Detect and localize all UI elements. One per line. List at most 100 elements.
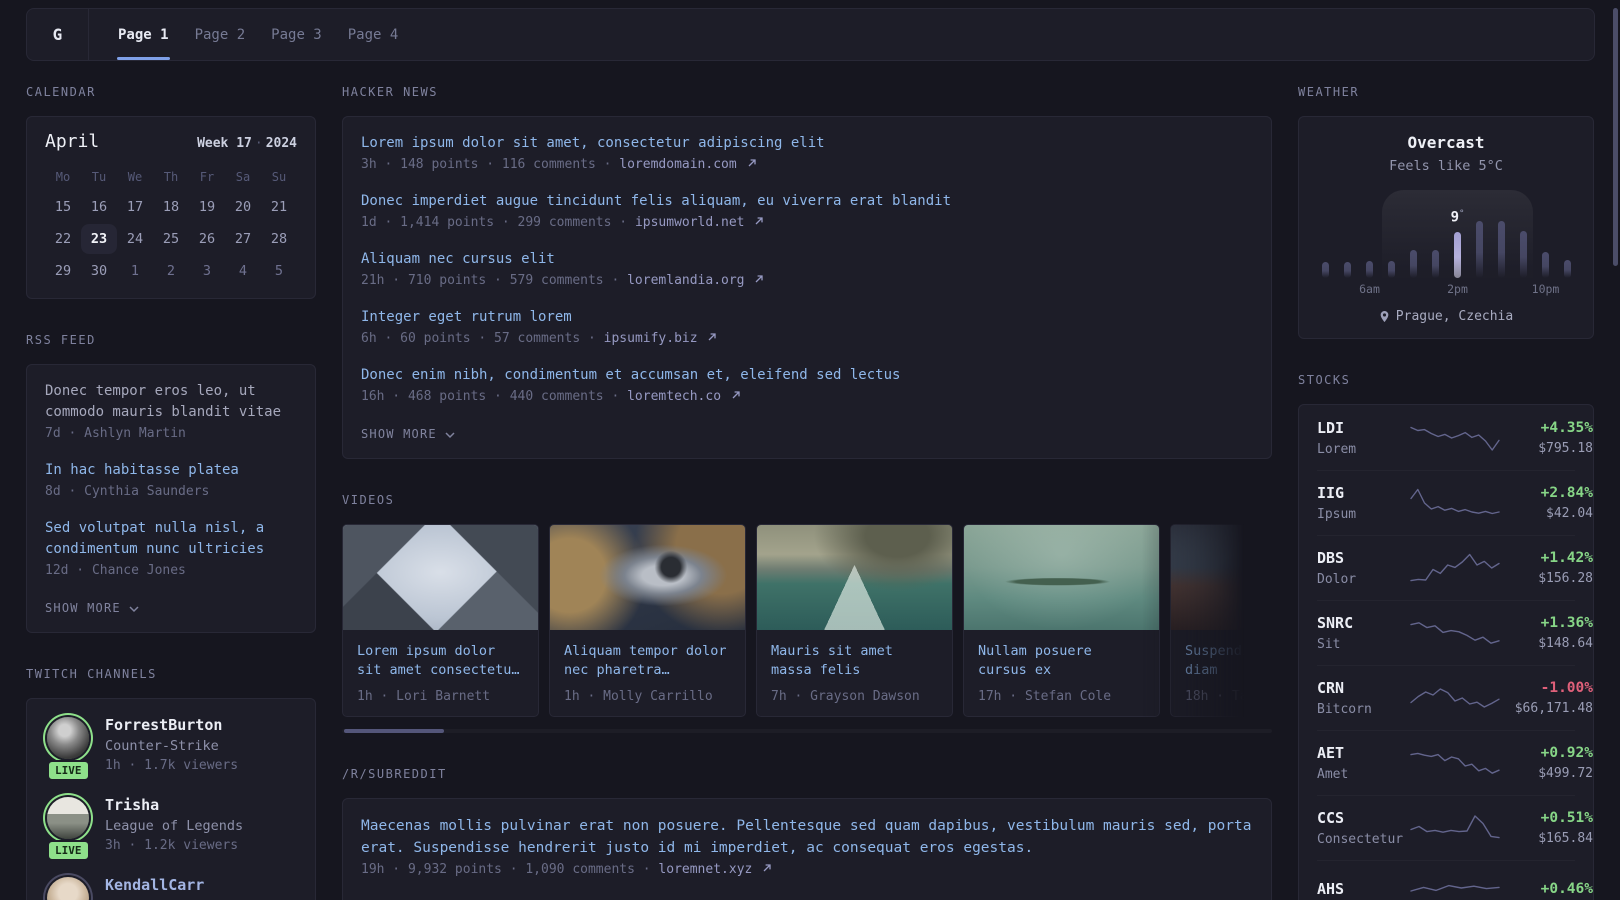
video-card[interactable]: Mauris sit amet massa felis 7h · Grayson … — [756, 524, 953, 717]
hn-item-title[interactable]: Integer eget rutrum lorem — [361, 307, 1253, 328]
video-title[interactable]: Aliquam tempor dolor nec pharetra… — [564, 642, 731, 680]
rss-item: Donec tempor eros leo, ut commodo mauris… — [45, 381, 297, 441]
rss-item-title[interactable]: In hac habitasse platea — [45, 460, 297, 481]
middle-column: HACKER NEWS Lorem ipsum dolor sit amet, … — [342, 85, 1272, 900]
stock-change: +0.92% — [1540, 745, 1593, 761]
stock-row[interactable]: AHS +0.46% — [1317, 860, 1593, 900]
hn-item-domain-link[interactable]: ipsumify.biz — [604, 331, 718, 346]
hn-item-meta: 21h · 710 points · 579 comments · loreml… — [361, 273, 1253, 288]
twitch-section-title: TWITCH CHANNELS — [26, 667, 157, 681]
hn-show-more-button[interactable]: SHOW MORE — [361, 427, 456, 441]
weather-bar-current — [1454, 232, 1461, 278]
calendar-day: 3 — [202, 263, 212, 279]
stocks-widget: STOCKS LDI Lorem +4.35% $795.18 IIG Ipsum +2.8… — [1298, 373, 1594, 900]
calendar-day: 22 — [54, 231, 72, 247]
stock-row[interactable]: DBS Dolor +1.42% $156.28 — [1317, 535, 1593, 600]
video-meta: 17h · Stefan Cole — [978, 689, 1112, 704]
nav-tab-page-3[interactable]: Page 3 — [270, 9, 323, 60]
rss-item: Sed volutpat nulla nisl, a condimentum n… — [45, 518, 297, 578]
twitch-channel[interactable]: LIVE ForrestBurton Counter-Strike 1h · 1.7k… — [45, 715, 297, 781]
video-title[interactable]: Nullam posuere cursus ex — [978, 642, 1145, 680]
calendar-days-grid: 15 16 17 18 19 20 21 22 23 24 25 26 27 28 29 30 1 2 3 4 5 — [45, 192, 297, 286]
stock-row[interactable]: LDI Lorem +4.35% $795.18 — [1317, 406, 1593, 470]
video-title[interactable]: Suspendisse diam — [1185, 642, 1272, 680]
video-meta: 1h · Molly Carrillo — [564, 689, 713, 704]
subreddit-post-title[interactable]: Maecenas mollis pulvinar erat non posuer… — [361, 815, 1253, 859]
video-title[interactable]: Lorem ipsum dolor sit amet consectetu… — [357, 642, 524, 680]
calendar-widget: CALENDAR April Week 17 · 2024 Mo Tu We Th Fr Sa… — [26, 85, 316, 299]
hn-item-title[interactable]: Aliquam nec cursus elit — [361, 249, 1253, 270]
page-scrollbar-thumb[interactable] — [1613, 8, 1618, 266]
show-more-label: SHOW MORE — [45, 601, 121, 615]
left-column: CALENDAR April Week 17 · 2024 Mo Tu We Th Fr Sa… — [26, 85, 316, 900]
stock-symbol: CCS — [1317, 809, 1345, 827]
hackernews-widget: HACKER NEWS Lorem ipsum dolor sit amet, … — [342, 85, 1272, 459]
weather-bar — [1476, 221, 1483, 278]
stock-row[interactable]: SNRC Sit +1.36% $148.64 — [1317, 600, 1593, 665]
nav-tab-page-2[interactable]: Page 2 — [194, 9, 247, 60]
weather-feels-like: Feels like 5°C — [1389, 158, 1503, 174]
video-card[interactable]: Lorem ipsum dolor sit amet consectetu… 1h… — [342, 524, 539, 717]
stock-row[interactable]: IIG Ipsum +2.84% $42.04 — [1317, 470, 1593, 535]
stock-symbol: IIG — [1317, 484, 1345, 502]
stock-row[interactable]: CRN Bitcorn -1.00% $66,171.48 — [1317, 665, 1593, 730]
calendar-weekday: Su — [271, 170, 287, 184]
channel-avatar — [47, 797, 89, 839]
stocks-section-title: STOCKS — [1298, 373, 1351, 387]
calendar-day: 21 — [270, 199, 288, 215]
nav-tab-page-4[interactable]: Page 4 — [347, 9, 400, 60]
video-meta: 7h · Grayson Dawson — [771, 689, 920, 704]
rss-item-title[interactable]: Donec tempor eros leo, ut commodo mauris… — [45, 381, 297, 423]
weather-bar — [1322, 262, 1329, 278]
stock-price: $156.28 — [1538, 571, 1593, 586]
video-thumbnail-concrete-pillars-sky — [343, 525, 538, 630]
video-card[interactable]: Aliquam tempor dolor nec pharetra… 1h · M… — [549, 524, 746, 717]
video-title[interactable]: Mauris sit amet massa felis — [771, 642, 938, 680]
stocks-card: LDI Lorem +4.35% $795.18 IIG Ipsum +2.84% $42.0… — [1298, 404, 1594, 900]
weather-bar — [1366, 261, 1373, 278]
stock-price: $66,171.48 — [1514, 701, 1593, 716]
hn-item-domain-link[interactable]: ipsumworld.net — [635, 215, 764, 230]
stock-sparkline — [1410, 884, 1500, 892]
rss-item-title[interactable]: Sed volutpat nulla nisl, a condimentum n… — [45, 518, 297, 560]
rss-show-more-button[interactable]: SHOW MORE — [45, 601, 140, 615]
hn-item-title[interactable]: Donec enim nibh, condimentum et accumsan… — [361, 365, 1253, 386]
stock-row[interactable]: CCS Consectetur +0.51% $165.84 — [1317, 795, 1593, 860]
video-meta: 18h · Tara — [1185, 689, 1264, 704]
channel-name[interactable]: KendallCarr — [105, 876, 204, 894]
hn-item-domain-link[interactable]: loremdomain.com — [619, 157, 756, 172]
carousel-scrollbar-thumb[interactable] — [344, 729, 444, 733]
channel-name[interactable]: ForrestBurton — [105, 716, 238, 734]
videos-section-title: VIDEOS — [342, 493, 395, 507]
video-card[interactable]: Nullam posuere cursus ex 17h · Stefan Col… — [963, 524, 1160, 717]
weather-card: Overcast Feels like 5°C 9° 6am 2pm 10pm Pr… — [1298, 116, 1594, 339]
stock-name: Ipsum — [1317, 507, 1357, 522]
video-card[interactable]: Suspendisse diam 18h · Tara — [1170, 524, 1272, 717]
twitch-channel[interactable]: KendallCarr — [45, 875, 297, 900]
subreddit-post: Maecenas mollis pulvinar erat non posuer… — [361, 815, 1253, 877]
app-logo[interactable]: G — [27, 9, 89, 60]
stock-name: Amet — [1317, 767, 1349, 782]
stock-change: +1.42% — [1540, 550, 1593, 566]
stock-symbol: DBS — [1317, 549, 1345, 567]
subreddit-post-domain-link[interactable]: loremnet.xyz — [658, 862, 772, 877]
hn-item-domain-link[interactable]: loremtech.co — [627, 389, 741, 404]
weather-section-title: WEATHER — [1298, 85, 1360, 99]
hn-item: Aliquam nec cursus elit 21h · 710 points … — [361, 249, 1253, 288]
hn-item-domain-link[interactable]: loremlandia.org — [627, 273, 764, 288]
channel-meta: 1h · 1.7k viewers — [105, 758, 239, 773]
channel-name[interactable]: Trisha — [105, 796, 243, 814]
twitch-channel[interactable]: LIVE Trisha League of Legends 3h · 1.2k vie… — [45, 795, 297, 861]
stock-row[interactable]: AET Amet +0.92% $499.72 — [1317, 730, 1593, 795]
video-thumbnail-figure-in-dark-field — [1171, 525, 1272, 630]
videos-carousel: Lorem ipsum dolor sit amet consectetu… 1h… — [342, 524, 1272, 717]
carousel-scrollbar-track[interactable] — [342, 729, 1272, 733]
calendar-day-selected: 23 — [81, 224, 117, 254]
page-scrollbar[interactable] — [1613, 8, 1619, 900]
hn-item-title[interactable]: Donec imperdiet augue tincidunt felis al… — [361, 191, 1253, 212]
nav-tab-page-1[interactable]: Page 1 — [117, 9, 170, 60]
calendar-section-title: CALENDAR — [26, 85, 96, 99]
weather-bar — [1344, 262, 1351, 278]
hn-item-title[interactable]: Lorem ipsum dolor sit amet, consectetur … — [361, 133, 1253, 154]
stock-change: +2.84% — [1540, 485, 1593, 501]
